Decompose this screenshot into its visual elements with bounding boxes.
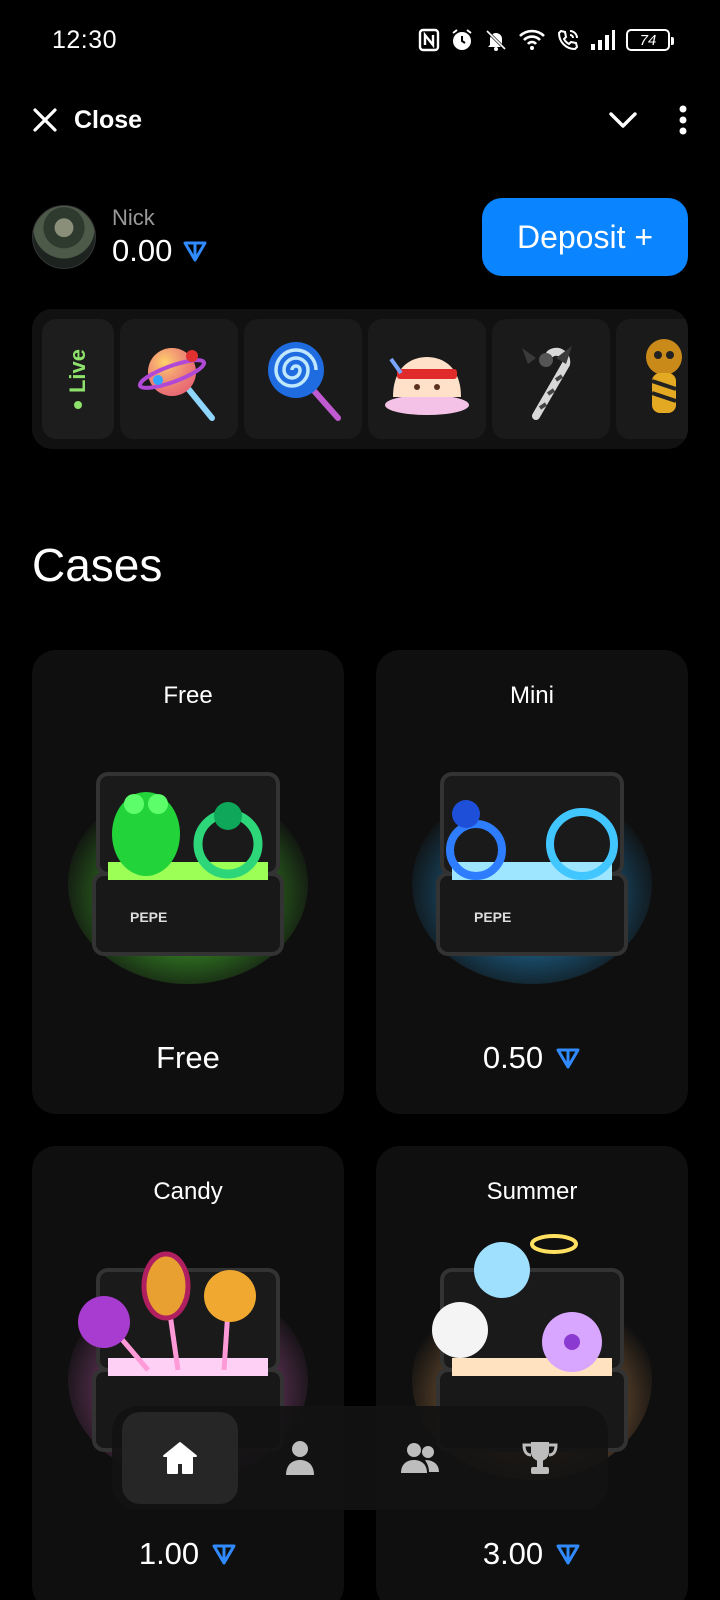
top-bar: Close	[0, 90, 720, 150]
ton-icon	[556, 1048, 580, 1069]
live-dot-icon	[74, 401, 82, 410]
case-card-candy[interactable]: Candy 1.00	[32, 1146, 344, 1600]
battery-level: 74	[639, 31, 657, 49]
profile-icon	[286, 1441, 314, 1475]
swirl-lollipop-icon	[268, 342, 341, 421]
live-item[interactable]	[492, 319, 610, 439]
nav-leaderboard[interactable]	[482, 1412, 598, 1504]
close-button[interactable]: Close	[32, 106, 142, 135]
live-item[interactable]	[120, 319, 238, 439]
case-name: Candy	[153, 1178, 223, 1205]
live-item[interactable]	[368, 319, 486, 439]
ton-icon	[183, 241, 207, 262]
more-vertical-icon[interactable]	[678, 105, 688, 135]
svg-text:PEPE: PEPE	[474, 909, 511, 925]
deposit-button[interactable]: Deposit +	[482, 198, 688, 276]
balance: 0.00	[112, 233, 208, 269]
home-icon	[163, 1442, 197, 1474]
case-card-summer[interactable]: Summer 3.00	[376, 1146, 688, 1600]
avatar[interactable]	[32, 205, 96, 269]
case-name: Summer	[486, 1178, 578, 1205]
nfc-icon	[418, 28, 440, 52]
wifi-icon	[519, 29, 545, 50]
user-name: Nick	[112, 205, 155, 230]
case-price: 1.00	[32, 1536, 344, 1572]
case-price-value: 1.00	[138, 1536, 200, 1571]
close-icon	[33, 108, 57, 132]
case-card-mini[interactable]: Mini PEPE 0.50	[376, 650, 688, 1114]
case-name: Free	[163, 682, 213, 709]
live-label: Live	[65, 348, 90, 394]
nav-friends[interactable]	[362, 1412, 478, 1504]
friends-icon	[401, 1443, 439, 1473]
cake-icon	[385, 357, 469, 415]
case-price-value: Free	[156, 1040, 220, 1075]
case-name: Mini	[509, 682, 554, 709]
section-title: Cases	[32, 539, 163, 591]
case-price: Free	[32, 1040, 344, 1076]
close-label: Close	[74, 105, 143, 134]
status-time: 12:30	[52, 25, 118, 54]
alarm-icon	[452, 29, 472, 50]
case-price: 3.00	[376, 1536, 688, 1572]
ton-icon	[556, 1544, 580, 1565]
mute-icon	[485, 29, 507, 51]
case-price: 0.50	[376, 1040, 688, 1076]
voodoo-doll-icon	[646, 339, 682, 413]
chevron-down-icon[interactable]	[608, 110, 638, 130]
case-price-value: 0.50	[482, 1040, 544, 1075]
case-card-free[interactable]: Free PEPE Free	[32, 650, 344, 1114]
balance-value: 0.00	[112, 233, 173, 268]
profile-row: Nick 0.00 Deposit +	[32, 196, 688, 278]
ton-icon	[212, 1544, 236, 1565]
profile-info: Nick 0.00	[112, 205, 208, 269]
live-item[interactable]	[244, 319, 362, 439]
free-case-icon: PEPE	[68, 772, 308, 984]
case-price-value: 3.00	[482, 1536, 544, 1571]
live-badge: Live	[42, 319, 114, 439]
live-item[interactable]	[616, 319, 688, 439]
status-icons: 74	[418, 28, 674, 52]
mini-case-icon: PEPE	[412, 772, 652, 984]
signal-icon	[591, 30, 615, 50]
live-feed: Live	[32, 309, 688, 449]
planet-lollipop-icon	[137, 348, 215, 421]
nav-home[interactable]	[122, 1412, 238, 1504]
svg-text:PEPE: PEPE	[130, 909, 167, 925]
nav-profile[interactable]	[242, 1412, 358, 1504]
bottom-nav	[112, 1406, 608, 1510]
battery-icon: 74	[626, 29, 674, 51]
trophy-icon	[522, 1442, 558, 1474]
status-bar: 12:30 74	[0, 0, 720, 80]
candy-cane-icon	[522, 346, 572, 420]
call-icon	[557, 29, 579, 51]
